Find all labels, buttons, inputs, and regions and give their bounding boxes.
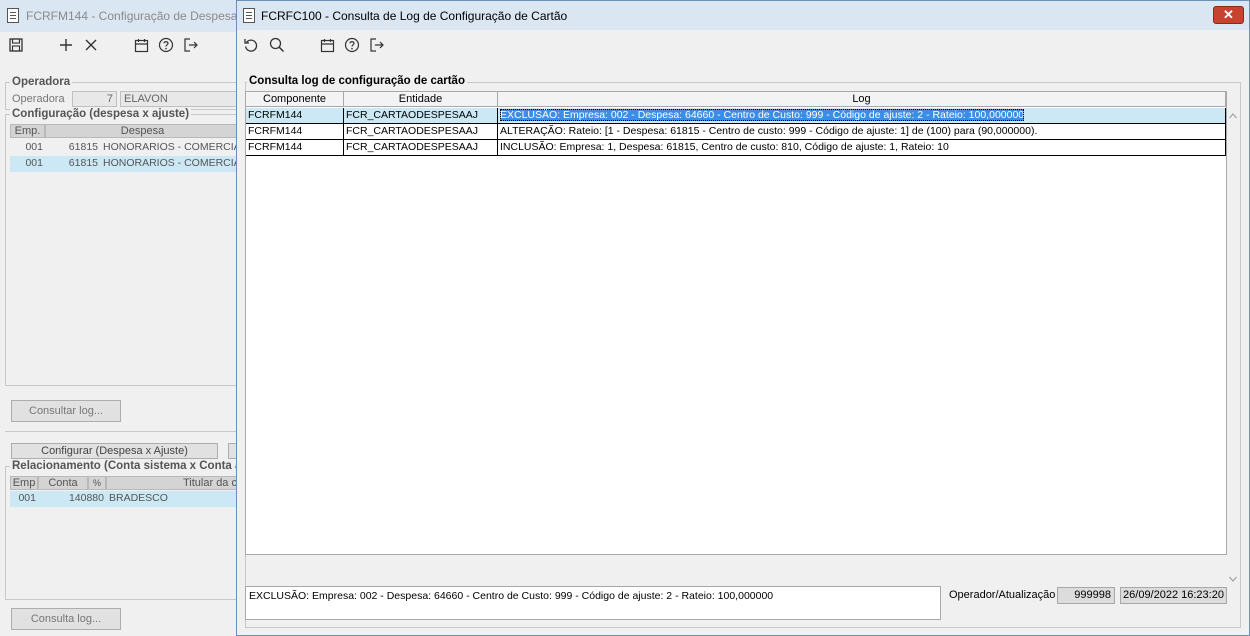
operador-field[interactable]: 999998 — [1057, 587, 1115, 604]
vertical-scrollbar[interactable] — [1227, 109, 1239, 587]
selected-log-text: EXCLUSÃO: Empresa: 002 - Despesa: 64660 … — [500, 109, 1025, 121]
help-icon[interactable] — [157, 36, 175, 54]
cell-emp: 001 — [18, 492, 36, 504]
log-dialog: FCRFC100 - Consulta de Log de Configuraç… — [236, 0, 1250, 636]
config-group-label: Configuração (despesa x ajuste) — [10, 108, 192, 120]
cell-desc: HONORARIOS - COMERCIA — [103, 157, 240, 169]
cell-cod: 61815 — [68, 141, 98, 153]
document-icon — [243, 8, 255, 23]
cell-entidade: FCR_CARTAODESPESAAJ — [344, 140, 498, 156]
cell-log: ALTERAÇÃO: Rateio: [1 - Despesa: 61815 -… — [498, 124, 1226, 140]
dialog-title: FCRFC100 - Consulta de Log de Configuraç… — [261, 9, 568, 23]
cell-cod: 61815 — [68, 157, 98, 169]
cell-log: EXCLUSÃO: Empresa: 002 - Despesa: 64660 … — [498, 108, 1226, 124]
cell-componente: FCRFM144 — [246, 140, 344, 156]
log-group-label: Consulta log de configuração de cartão — [247, 75, 467, 87]
datetime-field[interactable]: 26/09/2022 16:23:20 — [1120, 587, 1227, 604]
log-detail-memo[interactable]: EXCLUSÃO: Empresa: 002 - Despesa: 64660 … — [245, 586, 941, 620]
exit-icon[interactable] — [182, 36, 200, 54]
config-header-despesa[interactable]: Despesa — [45, 124, 240, 138]
cell-componente: FCRFM144 — [246, 124, 344, 140]
cell-log: INCLUSÃO: Empresa: 1, Despesa: 61815, Ce… — [498, 140, 1226, 156]
dialog-title-bar[interactable]: FCRFC100 - Consulta de Log de Configuraç… — [237, 1, 1249, 30]
log-grid[interactable]: Componente Entidade Log FCRFM144 FCR_CAR… — [245, 91, 1227, 555]
cell-emp: 001 — [25, 141, 43, 153]
exit-icon[interactable] — [368, 36, 386, 54]
rel-header-conta[interactable]: Conta — [38, 476, 88, 490]
plus-icon[interactable] — [57, 36, 75, 54]
dialog-toolbar — [237, 30, 1249, 62]
cell-desc: HONORARIOS - COMERCIA — [103, 141, 240, 153]
configurar-button[interactable]: Configurar (Despesa x Ajuste) — [11, 443, 218, 459]
column-header-componente[interactable]: Componente — [246, 92, 344, 107]
help-icon[interactable] — [343, 36, 361, 54]
consultar-log-button[interactable]: Consultar log... — [11, 400, 121, 422]
cell-titular: BRADESCO — [109, 492, 168, 504]
config-header-emp[interactable]: Emp. — [10, 124, 45, 138]
background-title-bar: FCRFM144 - Configuração de Despesa p — [0, 0, 247, 32]
operadora-name-field[interactable]: ELAVON — [120, 91, 240, 107]
column-header-entidade[interactable]: Entidade — [344, 92, 498, 107]
table-row[interactable]: FCRFM144 FCR_CARTAODESPESAAJ ALTERAÇÃO: … — [246, 124, 1226, 140]
rel-header-emp[interactable]: Emp — [10, 476, 38, 490]
config-grid: Emp. Despesa 001 61815 HONORARIOS - COME… — [10, 124, 240, 380]
table-row[interactable]: FCRFM144 FCR_CARTAODESPESAAJ EXCLUSÃO: E… — [246, 108, 1226, 124]
table-row[interactable]: 001 61815 HONORARIOS - COMERCIA — [10, 140, 240, 156]
close-icon[interactable] — [82, 36, 100, 54]
operadora-group-label: Operadora — [10, 76, 73, 88]
table-row[interactable]: FCRFM144 FCR_CARTAODESPESAAJ INCLUSÃO: E… — [246, 140, 1226, 156]
table-row[interactable]: 001 140880 BRADESCO — [10, 491, 240, 507]
background-window: FCRFM144 - Configuração de Despesa p Ope… — [0, 0, 247, 636]
save-icon[interactable] — [7, 36, 25, 54]
close-icon: ✕ — [1223, 7, 1234, 22]
cell-emp: 001 — [25, 157, 43, 169]
cell-entidade: FCR_CARTAODESPESAAJ — [344, 124, 498, 140]
calendar-icon[interactable] — [132, 36, 150, 54]
relacionamento-grid: Emp Conta % Titular da c 001 140880 BRAD… — [10, 476, 240, 596]
search-icon[interactable] — [268, 36, 286, 54]
background-window-title: FCRFM144 - Configuração de Despesa p — [26, 9, 248, 23]
rel-header-percent[interactable]: % — [88, 476, 106, 490]
rel-header-titular[interactable]: Titular da c — [106, 476, 240, 490]
separator — [5, 431, 240, 432]
cell-entidade: FCR_CARTAODESPESAAJ — [344, 108, 498, 124]
operador-label: Operador/Atualização — [949, 589, 1056, 601]
consulta-log-button[interactable]: Consulta log... — [11, 608, 121, 630]
relacionamento-group-label: Relacionamento (Conta sistema x Conta a — [10, 460, 244, 472]
column-header-log[interactable]: Log — [498, 92, 1226, 107]
refresh-icon[interactable] — [242, 36, 260, 54]
window-close-button[interactable]: ✕ — [1213, 6, 1244, 24]
cell-conta: 140880 — [68, 492, 104, 504]
document-icon — [7, 8, 19, 23]
calendar-icon[interactable] — [318, 36, 336, 54]
table-row[interactable]: 001 61815 HONORARIOS - COMERCIA — [10, 156, 240, 172]
operadora-label: Operadora — [12, 93, 65, 105]
operadora-code-field[interactable]: 7 — [72, 91, 117, 107]
cell-componente: FCRFM144 — [246, 108, 344, 124]
